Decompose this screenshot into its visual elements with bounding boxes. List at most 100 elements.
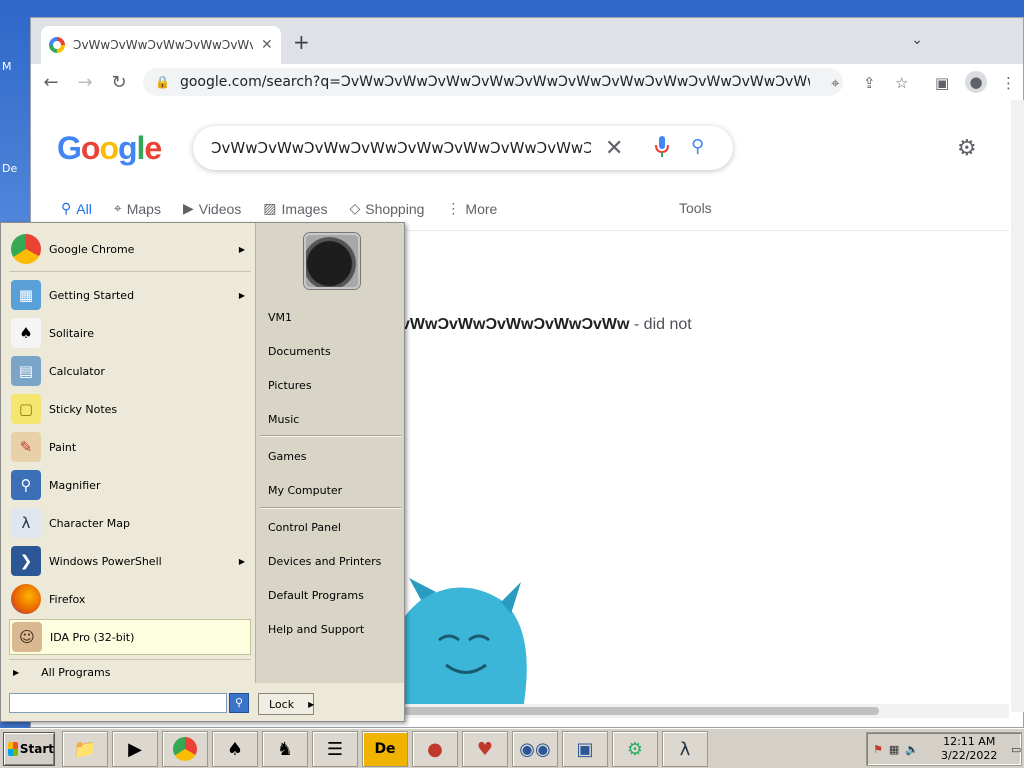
link-games[interactable]: Games xyxy=(268,450,306,463)
browser-tab[interactable]: ƆvWwƆvWwƆvWwƆvWwƆvWv ✕ xyxy=(41,26,281,64)
result-suffix: - did not xyxy=(629,316,692,333)
eyes-icon[interactable]: ◉◉ xyxy=(512,731,558,767)
tools-button[interactable]: Tools xyxy=(679,200,712,216)
profile-avatar-icon[interactable]: ● xyxy=(965,71,987,93)
voice-search-icon[interactable] xyxy=(655,136,669,158)
program-label: Sticky Notes xyxy=(49,402,118,416)
solitaire-icon[interactable]: ♠ xyxy=(212,731,258,767)
lock-button[interactable]: Lock ▶ xyxy=(258,693,314,715)
link-pictures[interactable]: Pictures xyxy=(268,379,312,392)
side-panel-icon[interactable]: ▣ xyxy=(935,74,949,92)
program-label: IDA Pro (32-bit) xyxy=(50,630,135,644)
program-paint[interactable]: ✎ Paint xyxy=(9,429,251,465)
tab-label: All xyxy=(76,200,92,217)
hearts-icon[interactable]: ♥ xyxy=(462,731,508,767)
location-pin-icon[interactable]: ⌖ xyxy=(831,74,839,92)
tab-maps[interactable]: ⌖ Maps xyxy=(114,200,161,217)
network-icon[interactable]: ⚙ xyxy=(612,731,658,767)
program-character-map[interactable]: λ Character Map xyxy=(9,505,251,541)
program-magnifier[interactable]: ⚲ Magnifier xyxy=(9,467,251,503)
list-icon[interactable]: ☰ xyxy=(312,731,358,767)
url-text[interactable]: google.com/search?q=ƆvWwƆvWwƆvWwƆvWwƆvWw… xyxy=(180,74,810,90)
program-google-chrome[interactable]: Google Chrome ▶ xyxy=(9,231,251,267)
volume-icon[interactable]: 🔈 xyxy=(905,743,919,756)
program-solitaire[interactable]: ♠ Solitaire xyxy=(9,315,251,351)
de-app-icon[interactable]: De xyxy=(362,731,408,767)
scroll-thumb[interactable] xyxy=(401,707,879,715)
tab-shopping[interactable]: ◇ Shopping xyxy=(349,200,424,217)
divider xyxy=(9,271,251,272)
desktop-icon-label[interactable]: De xyxy=(2,162,17,175)
lock-options-arrow-icon[interactable]: ▶ xyxy=(308,700,314,709)
search-box[interactable]: ƆvWwƆvWwƆvWwƆvWwƆvWwƆvWwƆvWwƆvWwƆv ✕ ⚲ xyxy=(193,126,733,170)
start-menu: Google Chrome ▶ ▦ Getting Started ▶ ♠ So… xyxy=(0,222,405,722)
link-devices-and-printers[interactable]: Devices and Printers xyxy=(268,555,381,568)
tab-label: Images xyxy=(281,200,328,217)
action-center-flag-icon[interactable]: ⚑ xyxy=(873,743,883,756)
tab-videos[interactable]: ▶ Videos xyxy=(183,200,241,217)
reload-button[interactable]: ↻ xyxy=(105,68,133,96)
program-windows-powershell[interactable]: ❯ Windows PowerShell ▶ xyxy=(9,543,251,579)
all-programs-button[interactable]: ▶ All Programs xyxy=(7,661,249,683)
getting-started-icon: ▦ xyxy=(11,280,41,310)
vertical-scrollbar[interactable] xyxy=(1011,100,1024,712)
link-my-computer[interactable]: My Computer xyxy=(268,484,342,497)
bookmark-star-icon[interactable]: ☆ xyxy=(895,74,908,92)
tab-title: ƆvWwƆvWwƆvWwƆvWwƆvWv xyxy=(73,38,253,52)
link-default-programs[interactable]: Default Programs xyxy=(268,589,364,602)
explorer-icon[interactable]: 📁 xyxy=(62,731,108,767)
program-calculator[interactable]: ▤ Calculator xyxy=(9,353,251,389)
share-icon[interactable]: ⇪ xyxy=(863,74,876,92)
apps-grid-icon[interactable]: ⋮ xyxy=(1001,138,1009,162)
program-ida-pro[interactable]: ☺ IDA Pro (32-bit) xyxy=(9,619,251,655)
link-control-panel[interactable]: Control Panel xyxy=(268,521,341,534)
new-tab-button[interactable]: + xyxy=(293,30,310,54)
settings-gear-icon[interactable]: ⚙ xyxy=(957,136,977,161)
search-submit-icon[interactable]: ⚲ xyxy=(691,136,704,157)
program-firefox[interactable]: Firefox xyxy=(9,581,251,617)
character-map-icon[interactable]: λ xyxy=(662,731,708,767)
tab-more[interactable]: ⋮ More xyxy=(446,200,497,217)
user-picture[interactable] xyxy=(304,233,360,289)
tab-close-icon[interactable]: ✕ xyxy=(261,37,273,53)
back-button[interactable]: ← xyxy=(37,68,65,96)
desktop-icon-label[interactable]: M xyxy=(2,60,12,73)
program-sticky-notes[interactable]: ▢ Sticky Notes xyxy=(9,391,251,427)
tab-images[interactable]: ▨ Images xyxy=(263,200,327,217)
clear-search-icon[interactable]: ✕ xyxy=(605,136,623,161)
search-icon: ⚲ xyxy=(61,200,72,216)
divider xyxy=(9,659,251,660)
chess-icon[interactable]: ♞ xyxy=(262,731,308,767)
clock[interactable]: 12:11 AM 3/22/2022 xyxy=(941,735,997,763)
chrome-icon[interactable] xyxy=(162,731,208,767)
monitor-icon[interactable]: ▣ xyxy=(562,731,608,767)
tab-strip: ƆvWwƆvWwƆvWwƆvWwƆvWv ✕ + ⌄ xyxy=(31,18,1023,64)
program-label: Google Chrome xyxy=(49,242,135,256)
tab-all[interactable]: ⚲ All xyxy=(61,200,92,217)
start-button[interactable]: Start xyxy=(3,732,55,766)
media-player-icon[interactable]: ▶ xyxy=(112,731,158,767)
map-pin-icon: ⌖ xyxy=(113,200,122,216)
program-getting-started[interactable]: ▦ Getting Started ▶ xyxy=(9,277,251,313)
start-label: Start xyxy=(19,742,54,756)
dragon-app-icon[interactable]: ● xyxy=(412,731,458,767)
tab-search-chevron-icon[interactable]: ⌄ xyxy=(911,32,923,48)
start-search-input[interactable] xyxy=(9,693,227,713)
search-icon[interactable]: ⚲ xyxy=(229,693,249,713)
lock-icon[interactable]: 🔒 xyxy=(155,75,170,89)
search-query-input[interactable]: ƆvWwƆvWwƆvWwƆvWwƆvWwƆvWwƆvWwƆvWwƆv xyxy=(211,139,591,157)
solitaire-icon: ♠ xyxy=(11,318,41,348)
submenu-arrow-icon: ▶ xyxy=(238,244,245,254)
network-status-icon[interactable]: ▦ xyxy=(889,743,899,756)
menu-kebab-icon[interactable]: ⋮ xyxy=(1001,74,1016,92)
show-desktop-icon[interactable]: ▭ xyxy=(1011,743,1021,756)
forward-button[interactable]: → xyxy=(71,68,99,96)
clock-time: 12:11 AM xyxy=(943,735,996,748)
address-bar[interactable]: 🔒 google.com/search?q=ƆvWwƆvWwƆvWwƆvWwƆv… xyxy=(143,68,843,96)
link-music[interactable]: Music xyxy=(268,413,299,426)
link-help-and-support[interactable]: Help and Support xyxy=(268,623,364,636)
google-logo[interactable]: Google xyxy=(57,130,162,167)
link-vm1[interactable]: VM1 xyxy=(268,311,292,324)
link-documents[interactable]: Documents xyxy=(268,345,331,358)
windows-flag-icon xyxy=(8,742,18,756)
